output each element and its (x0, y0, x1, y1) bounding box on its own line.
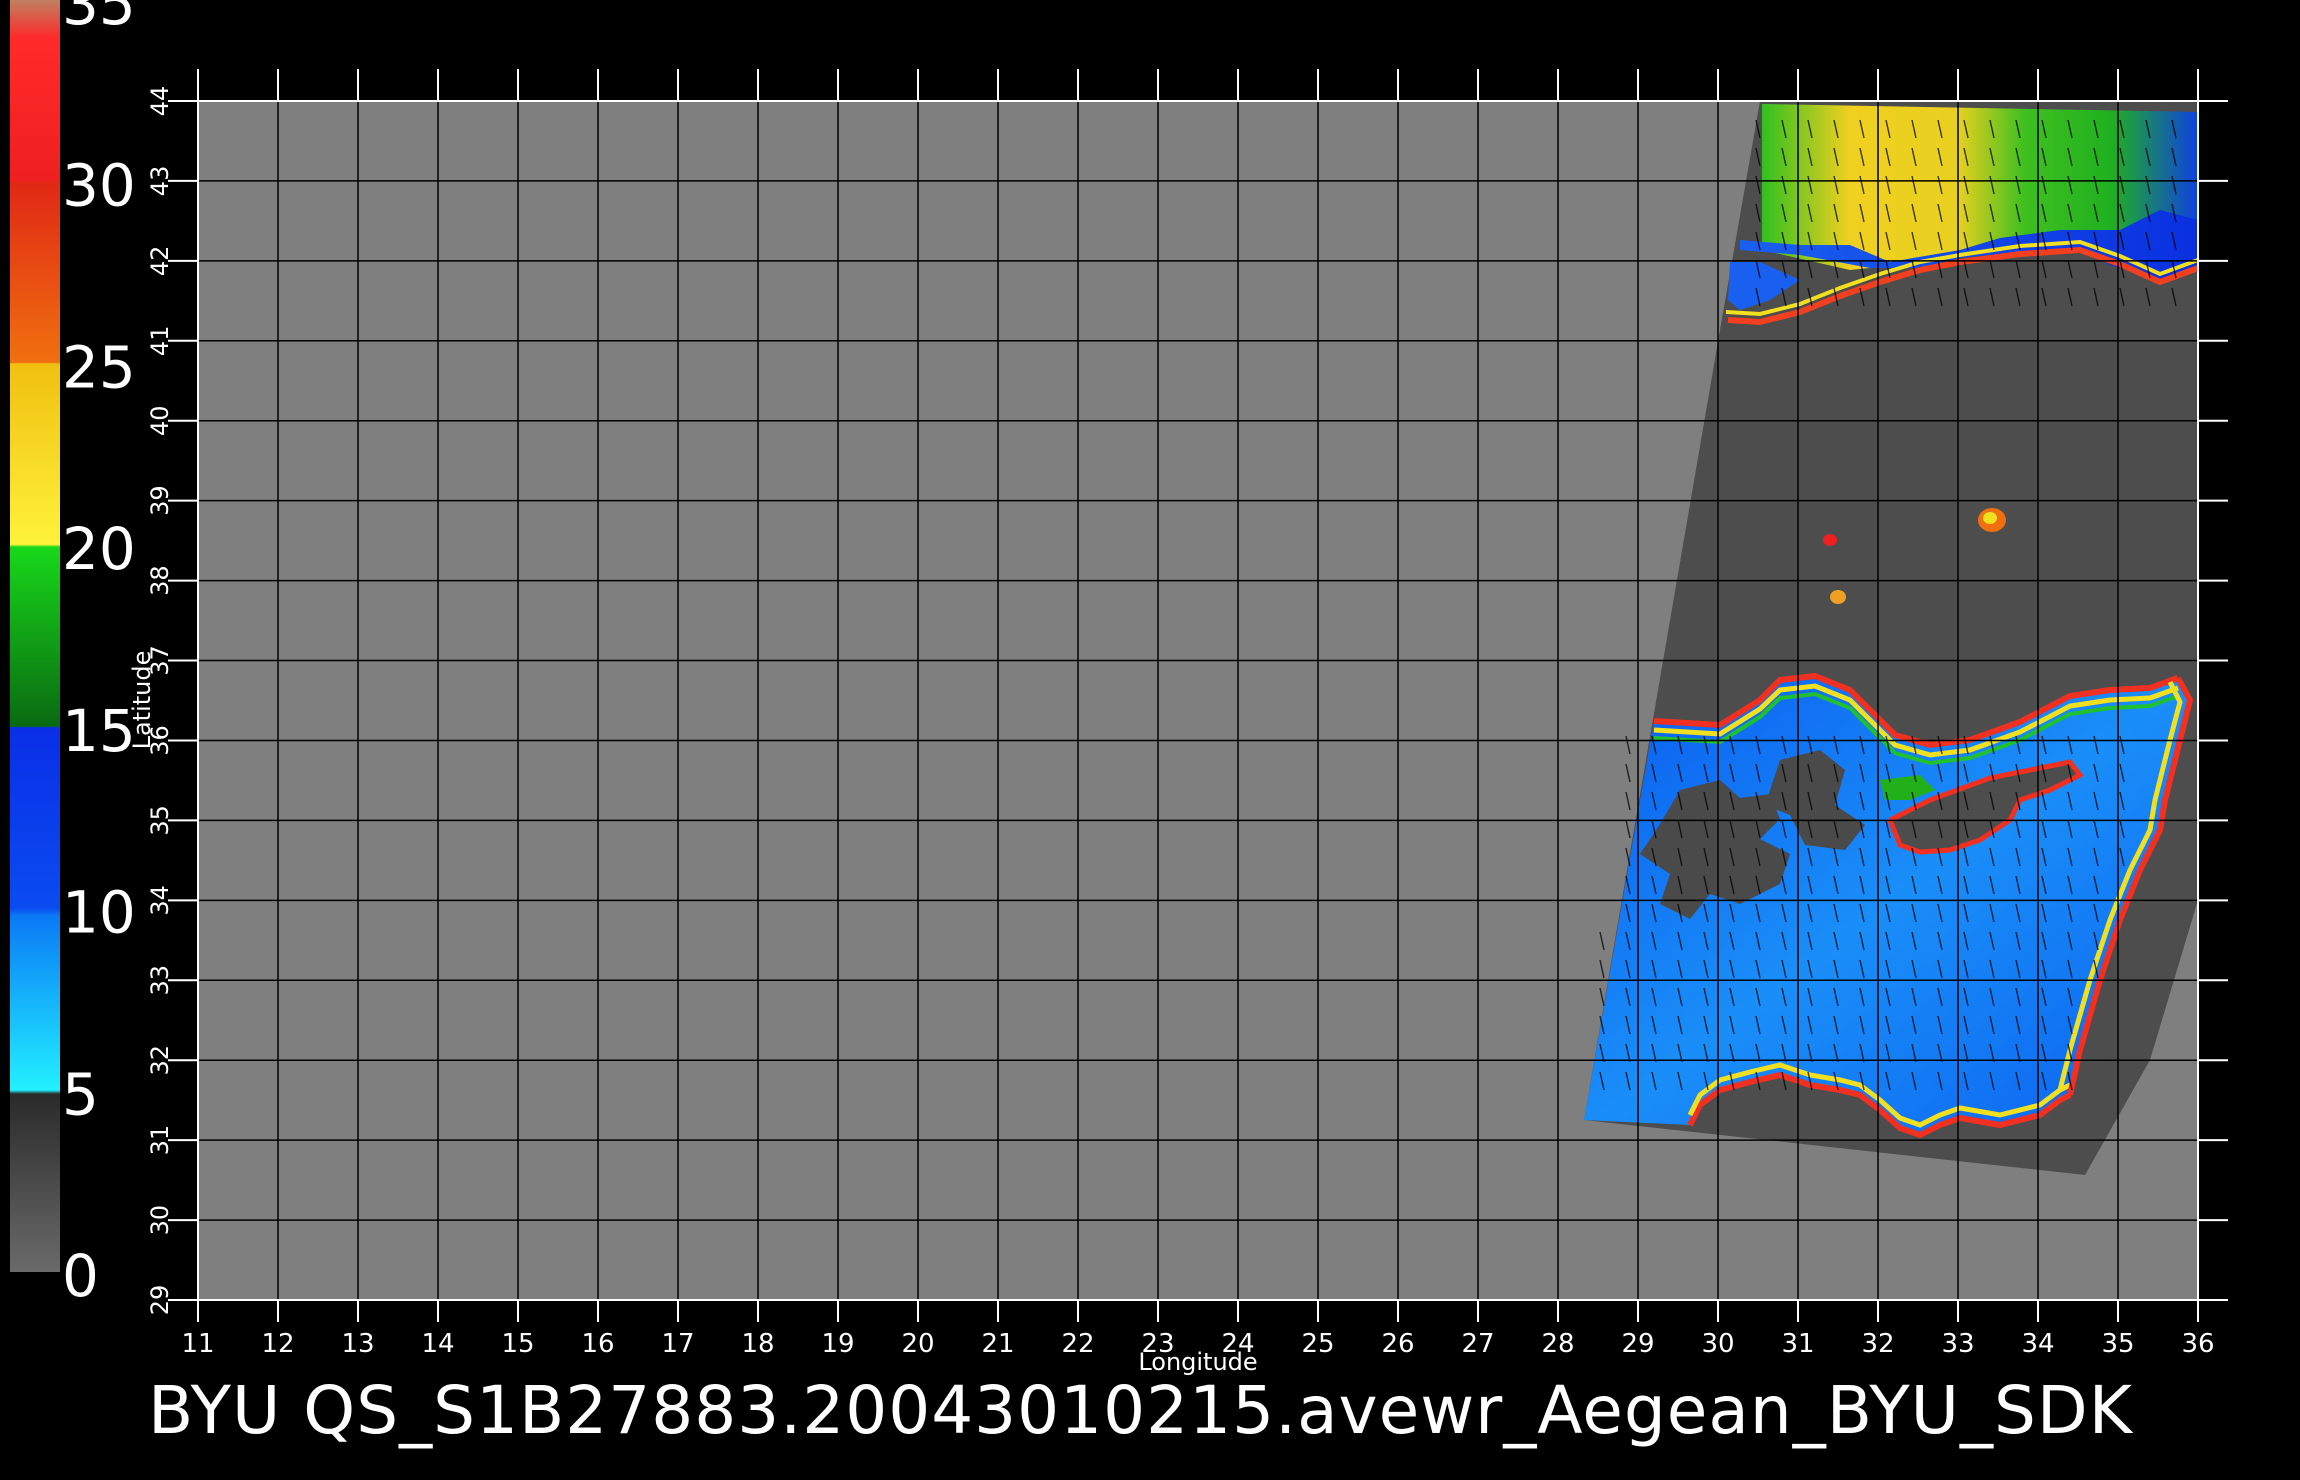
lon-tick-label: 27 (1461, 1329, 1494, 1359)
colorbar-labels: 0 5 10 15 20 25 30 35 (62, 0, 136, 1310)
lon-tick-label: 18 (741, 1329, 774, 1359)
lat-tick-label: 41 (146, 326, 174, 357)
y-axis-label: Latitude (128, 651, 156, 750)
island-spot (1823, 534, 1837, 546)
colorbar (10, 0, 60, 1272)
colorbar-label: 25 (62, 333, 136, 401)
lon-tick-label: 15 (501, 1329, 534, 1359)
lon-tick-label: 26 (1381, 1329, 1414, 1359)
lat-tick-label: 43 (146, 166, 174, 197)
lat-tick-label: 30 (146, 1205, 174, 1236)
lat-tick-label: 33 (146, 965, 174, 996)
lon-tick-label: 34 (2021, 1329, 2054, 1359)
colorbar-label: 10 (62, 879, 136, 947)
lon-tick-label: 20 (901, 1329, 934, 1359)
lat-tick-label: 42 (146, 246, 174, 277)
colorbar-label: 35 (62, 0, 136, 38)
colorbar-label: 5 (62, 1060, 99, 1128)
lon-tick-label: 19 (821, 1329, 854, 1359)
lon-tick-label: 13 (341, 1329, 374, 1359)
lon-tick-label: 28 (1541, 1329, 1574, 1359)
lon-tick-label: 36 (2181, 1329, 2214, 1359)
lon-tick-label: 29 (1621, 1329, 1654, 1359)
lat-tick-label: 32 (146, 1045, 174, 1076)
lon-tick-label: 14 (421, 1329, 454, 1359)
lon-tick-label: 30 (1701, 1329, 1734, 1359)
wind-map-figure: 0 5 10 15 20 25 30 35 11 12 13 14 15 16 17 18 19 20 21 22 2… (10, 0, 2228, 1376)
island-spot (1830, 590, 1846, 604)
lon-tick-label: 32 (1861, 1329, 1894, 1359)
lat-tick-label: 38 (146, 565, 174, 596)
lon-tick-label: 11 (181, 1329, 214, 1359)
lon-tick-label: 12 (261, 1329, 294, 1359)
lon-tick-label: 17 (661, 1329, 694, 1359)
lat-tick-label: 31 (146, 1125, 174, 1156)
colorbar-label: 15 (62, 697, 136, 765)
lat-tick-label: 35 (146, 805, 174, 836)
lat-tick-label: 40 (146, 405, 174, 436)
lon-tick-label: 16 (581, 1329, 614, 1359)
lat-tick-label: 29 (146, 1285, 174, 1316)
lon-tick-label: 22 (1061, 1329, 1094, 1359)
lon-tick-label: 35 (2101, 1329, 2134, 1359)
lon-tick-label: 31 (1781, 1329, 1814, 1359)
lon-tick-label: 25 (1301, 1329, 1334, 1359)
image-caption: BYU QS_S1B27883.20043010215.avewr_Aegean… (148, 1372, 2133, 1449)
lon-tick-label: 33 (1941, 1329, 1974, 1359)
colorbar-label: 20 (62, 515, 136, 583)
lat-tick-label: 44 (146, 86, 174, 117)
lon-tick-label: 21 (981, 1329, 1014, 1359)
colorbar-label: 0 (62, 1242, 99, 1310)
colorbar-label: 30 (62, 152, 136, 220)
lat-tick-label: 39 (146, 485, 174, 516)
lat-tick-label: 34 (146, 885, 174, 916)
